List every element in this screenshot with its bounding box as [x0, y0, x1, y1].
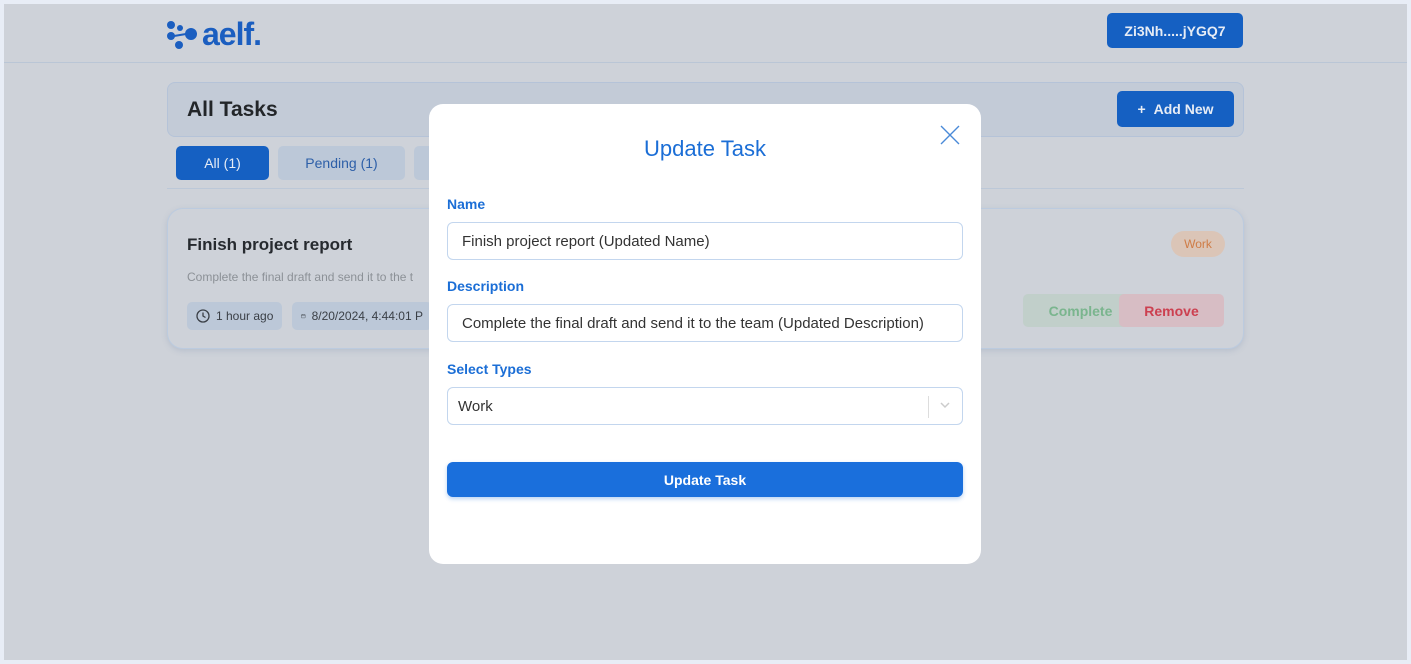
plus-icon: + — [1137, 101, 1146, 117]
close-icon[interactable] — [939, 124, 961, 146]
description-input[interactable]: Complete the final draft and send it to … — [447, 304, 963, 342]
logo-text: aelf. — [202, 16, 262, 52]
header: aelf. Zi3Nh.....jYGQ7 — [4, 4, 1407, 63]
logo-dots-icon — [167, 20, 197, 49]
types-selected-value: Work — [458, 397, 493, 415]
tab-pending[interactable]: Pending (1) — [278, 146, 405, 180]
types-label: Select Types — [447, 361, 532, 377]
description-label: Description — [447, 278, 525, 294]
task-name: Finish project report — [187, 235, 353, 254]
add-new-label: Add New — [1153, 101, 1214, 117]
tab-all[interactable]: All (1) — [176, 146, 269, 180]
chevron-down-icon[interactable] — [938, 398, 952, 412]
calendar-icon — [301, 314, 306, 319]
clock-icon — [196, 309, 210, 323]
select-separator — [928, 396, 929, 418]
task-description: Complete the final draft and send it to … — [187, 270, 414, 284]
time-ago-text: 1 hour ago — [216, 309, 274, 323]
date-chip: 8/20/2024, 4:44:01 P — [292, 302, 432, 330]
types-select[interactable]: Work — [447, 387, 963, 425]
update-task-modal: Update Task Name Finish project report (… — [429, 104, 981, 564]
name-input[interactable]: Finish project report (Updated Name) — [447, 222, 963, 260]
modal-title: Update Task — [644, 136, 766, 161]
wallet-address-button[interactable]: Zi3Nh.....jYGQ7 — [1107, 13, 1243, 48]
add-new-button[interactable]: + Add New — [1117, 91, 1234, 127]
remove-button[interactable]: Remove — [1119, 294, 1224, 327]
name-label: Name — [447, 196, 486, 212]
aelf-logo[interactable]: aelf. — [166, 16, 262, 53]
type-badge: Work — [1171, 231, 1225, 257]
update-task-button[interactable]: Update Task — [447, 462, 963, 497]
date-text: 8/20/2024, 4:44:01 P — [311, 309, 423, 323]
page-title: All Tasks — [187, 98, 278, 121]
time-ago-chip: 1 hour ago — [187, 302, 283, 330]
